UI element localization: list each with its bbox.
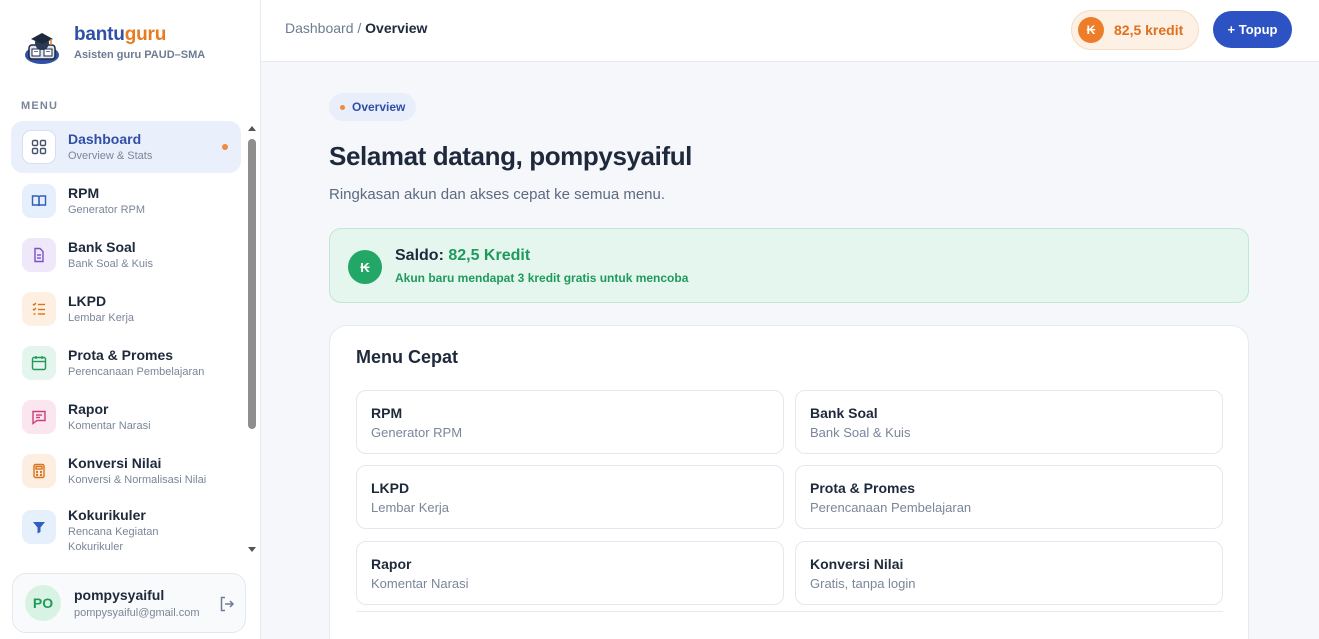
sidebar-item-lkpd[interactable]: LKPD Lembar Kerja xyxy=(11,283,241,335)
quick-card-rpm[interactable]: RPM Generator RPM xyxy=(356,390,784,454)
grid-icon xyxy=(22,130,56,164)
scrollbar-thumb[interactable] xyxy=(248,139,256,429)
quick-menu-panel: Menu Cepat RPM Generator RPM Bank Soal B… xyxy=(329,325,1249,639)
scroll-up-arrow-icon[interactable] xyxy=(248,126,256,131)
topbar: Dashboard / Overview ₭ 82,5 kredit + Top… xyxy=(261,0,1319,62)
coin-icon: ₭ xyxy=(348,250,382,284)
sidebar-item-bank-soal[interactable]: Bank Soal Bank Soal & Kuis xyxy=(11,229,241,281)
quick-menu-title: Menu Cepat xyxy=(356,347,459,367)
sidebar-item-subtitle: Generator RPM xyxy=(68,203,146,216)
coin-icon: ₭ xyxy=(1078,17,1104,43)
sidebar-item-subtitle: Lembar Kerja xyxy=(68,311,135,324)
breadcrumb-root[interactable]: Dashboard xyxy=(285,20,354,36)
calculator-icon xyxy=(22,454,56,488)
brand-name-part2: guru xyxy=(124,24,167,45)
user-name: pompysyaiful xyxy=(74,587,165,603)
sidebar-item-rpm[interactable]: RPM Generator RPM xyxy=(11,175,241,227)
filter-icon xyxy=(22,510,56,544)
badge-label: Overview xyxy=(352,100,406,114)
brand-name-part1: bantu xyxy=(74,24,125,45)
quick-card-subtitle: Bank Soal & Kuis xyxy=(810,425,911,440)
quick-card-bank-soal[interactable]: Bank Soal Bank Soal & Kuis xyxy=(795,390,1223,454)
sidebar-item-konversi-nilai[interactable]: Konversi Nilai Konversi & Normalisasi Ni… xyxy=(11,445,241,497)
quick-card-subtitle: Generator RPM xyxy=(371,425,463,440)
divider xyxy=(356,611,1223,612)
active-indicator-dot xyxy=(222,144,228,150)
badge-dot xyxy=(340,104,345,110)
sidebar-item-title: Kokurikuler xyxy=(68,507,146,523)
quick-card-title: RPM xyxy=(371,405,403,421)
sidebar-item-title: LKPD xyxy=(68,292,107,309)
sidebar-item-kokurikuler[interactable]: Kokurikuler Rencana Kegiatan Kokurikuler xyxy=(11,499,241,557)
sidebar-item-title: RPM xyxy=(68,184,100,201)
brand[interactable]: bantuguru Asisten guru PAUD–SMA xyxy=(22,24,205,68)
menu-section-label: MENU xyxy=(21,100,59,112)
quick-card-title: LKPD xyxy=(371,480,410,496)
logout-icon[interactable] xyxy=(218,595,236,613)
sidebar-item-title: Bank Soal xyxy=(68,238,136,255)
quick-card-rapor[interactable]: Rapor Komentar Narasi xyxy=(356,541,784,605)
quick-card-title: Rapor xyxy=(371,556,412,572)
sidebar-item-title: Konversi Nilai xyxy=(68,454,162,471)
user-card: PO pompysyaiful pompysyaiful@gmail.com xyxy=(12,573,246,633)
sidebar-item-title: Dashboard xyxy=(68,130,142,147)
sidebar-item-subtitle: Perencanaan Pembelajaran xyxy=(68,365,205,378)
sidebar: bantuguru Asisten guru PAUD–SMA MENU Das… xyxy=(0,0,261,639)
topup-button[interactable]: + Topup xyxy=(1213,11,1292,48)
sidebar-scrollbar[interactable] xyxy=(246,124,258,554)
quick-card-title: Konversi Nilai xyxy=(810,556,904,572)
quick-card-konversi-nilai[interactable]: Konversi Nilai Gratis, tanpa login xyxy=(795,541,1223,605)
sidebar-item-title: Prota & Promes xyxy=(68,346,174,363)
brand-subtitle: Asisten guru PAUD–SMA xyxy=(74,49,206,61)
sidebar-menu: Dashboard Overview & Stats RPM Generator… xyxy=(11,121,241,559)
sidebar-item-dashboard[interactable]: Dashboard Overview & Stats xyxy=(11,121,241,173)
checklist-icon xyxy=(22,292,56,326)
quick-card-title: Bank Soal xyxy=(810,405,878,421)
sidebar-item-subtitle: Komentar Narasi xyxy=(68,419,151,432)
sidebar-item-subtitle: Overview & Stats xyxy=(68,149,153,162)
quick-card-subtitle: Komentar Narasi xyxy=(371,576,469,591)
sidebar-item-title: Rapor xyxy=(68,400,109,417)
section-badge: Overview xyxy=(329,93,417,121)
sidebar-item-prota-promes[interactable]: Prota & Promes Perencanaan Pembelajaran xyxy=(11,337,241,389)
quick-card-subtitle: Perencanaan Pembelajaran xyxy=(810,500,972,515)
user-email: pompysyaiful@gmail.com xyxy=(74,607,200,619)
sidebar-item-subtitle: Rencana Kegiatan Kokurikuler xyxy=(68,526,159,553)
scroll-down-arrow-icon[interactable] xyxy=(248,547,256,552)
book-icon xyxy=(22,184,56,218)
quick-card-prota-promes[interactable]: Prota & Promes Perencanaan Pembelajaran xyxy=(795,465,1223,529)
quick-card-title: Prota & Promes xyxy=(810,480,916,496)
credit-balance-pill[interactable]: ₭ 82,5 kredit xyxy=(1071,10,1199,50)
sidebar-item-rapor[interactable]: Rapor Komentar Narasi xyxy=(11,391,241,443)
breadcrumb-separator: / xyxy=(353,20,366,36)
quick-card-lkpd[interactable]: LKPD Lembar Kerja xyxy=(356,465,784,529)
sidebar-item-subtitle: Bank Soal & Kuis xyxy=(68,257,153,270)
document-icon xyxy=(22,238,56,272)
balance-value: 82,5 Kredit xyxy=(448,247,531,264)
balance-card: ₭ Saldo: 82,5 Kredit Akun baru mendapat … xyxy=(329,228,1249,303)
logo-icon xyxy=(25,33,59,64)
chat-icon xyxy=(22,400,56,434)
balance-label: Saldo: xyxy=(395,247,449,264)
balance-note: Akun baru mendapat 3 kredit gratis untuk… xyxy=(395,271,689,285)
page-title: Selamat datang, pompysyaiful xyxy=(329,141,693,171)
breadcrumb-current: Overview xyxy=(365,20,428,36)
quick-card-subtitle: Lembar Kerja xyxy=(371,500,450,515)
avatar: PO xyxy=(25,585,61,621)
quick-card-subtitle: Gratis, tanpa login xyxy=(810,576,916,591)
sidebar-item-subtitle: Konversi & Normalisasi Nilai xyxy=(68,473,207,486)
calendar-icon xyxy=(22,346,56,380)
credit-balance: 82,5 kredit xyxy=(1114,22,1184,38)
brand-name: bantuguru xyxy=(74,24,205,46)
breadcrumb: Dashboard / Overview xyxy=(285,20,427,36)
balance-heading: Saldo: 82,5 Kredit xyxy=(395,247,530,265)
page-subtitle: Ringkasan akun dan akses cepat ke semua … xyxy=(329,186,666,203)
